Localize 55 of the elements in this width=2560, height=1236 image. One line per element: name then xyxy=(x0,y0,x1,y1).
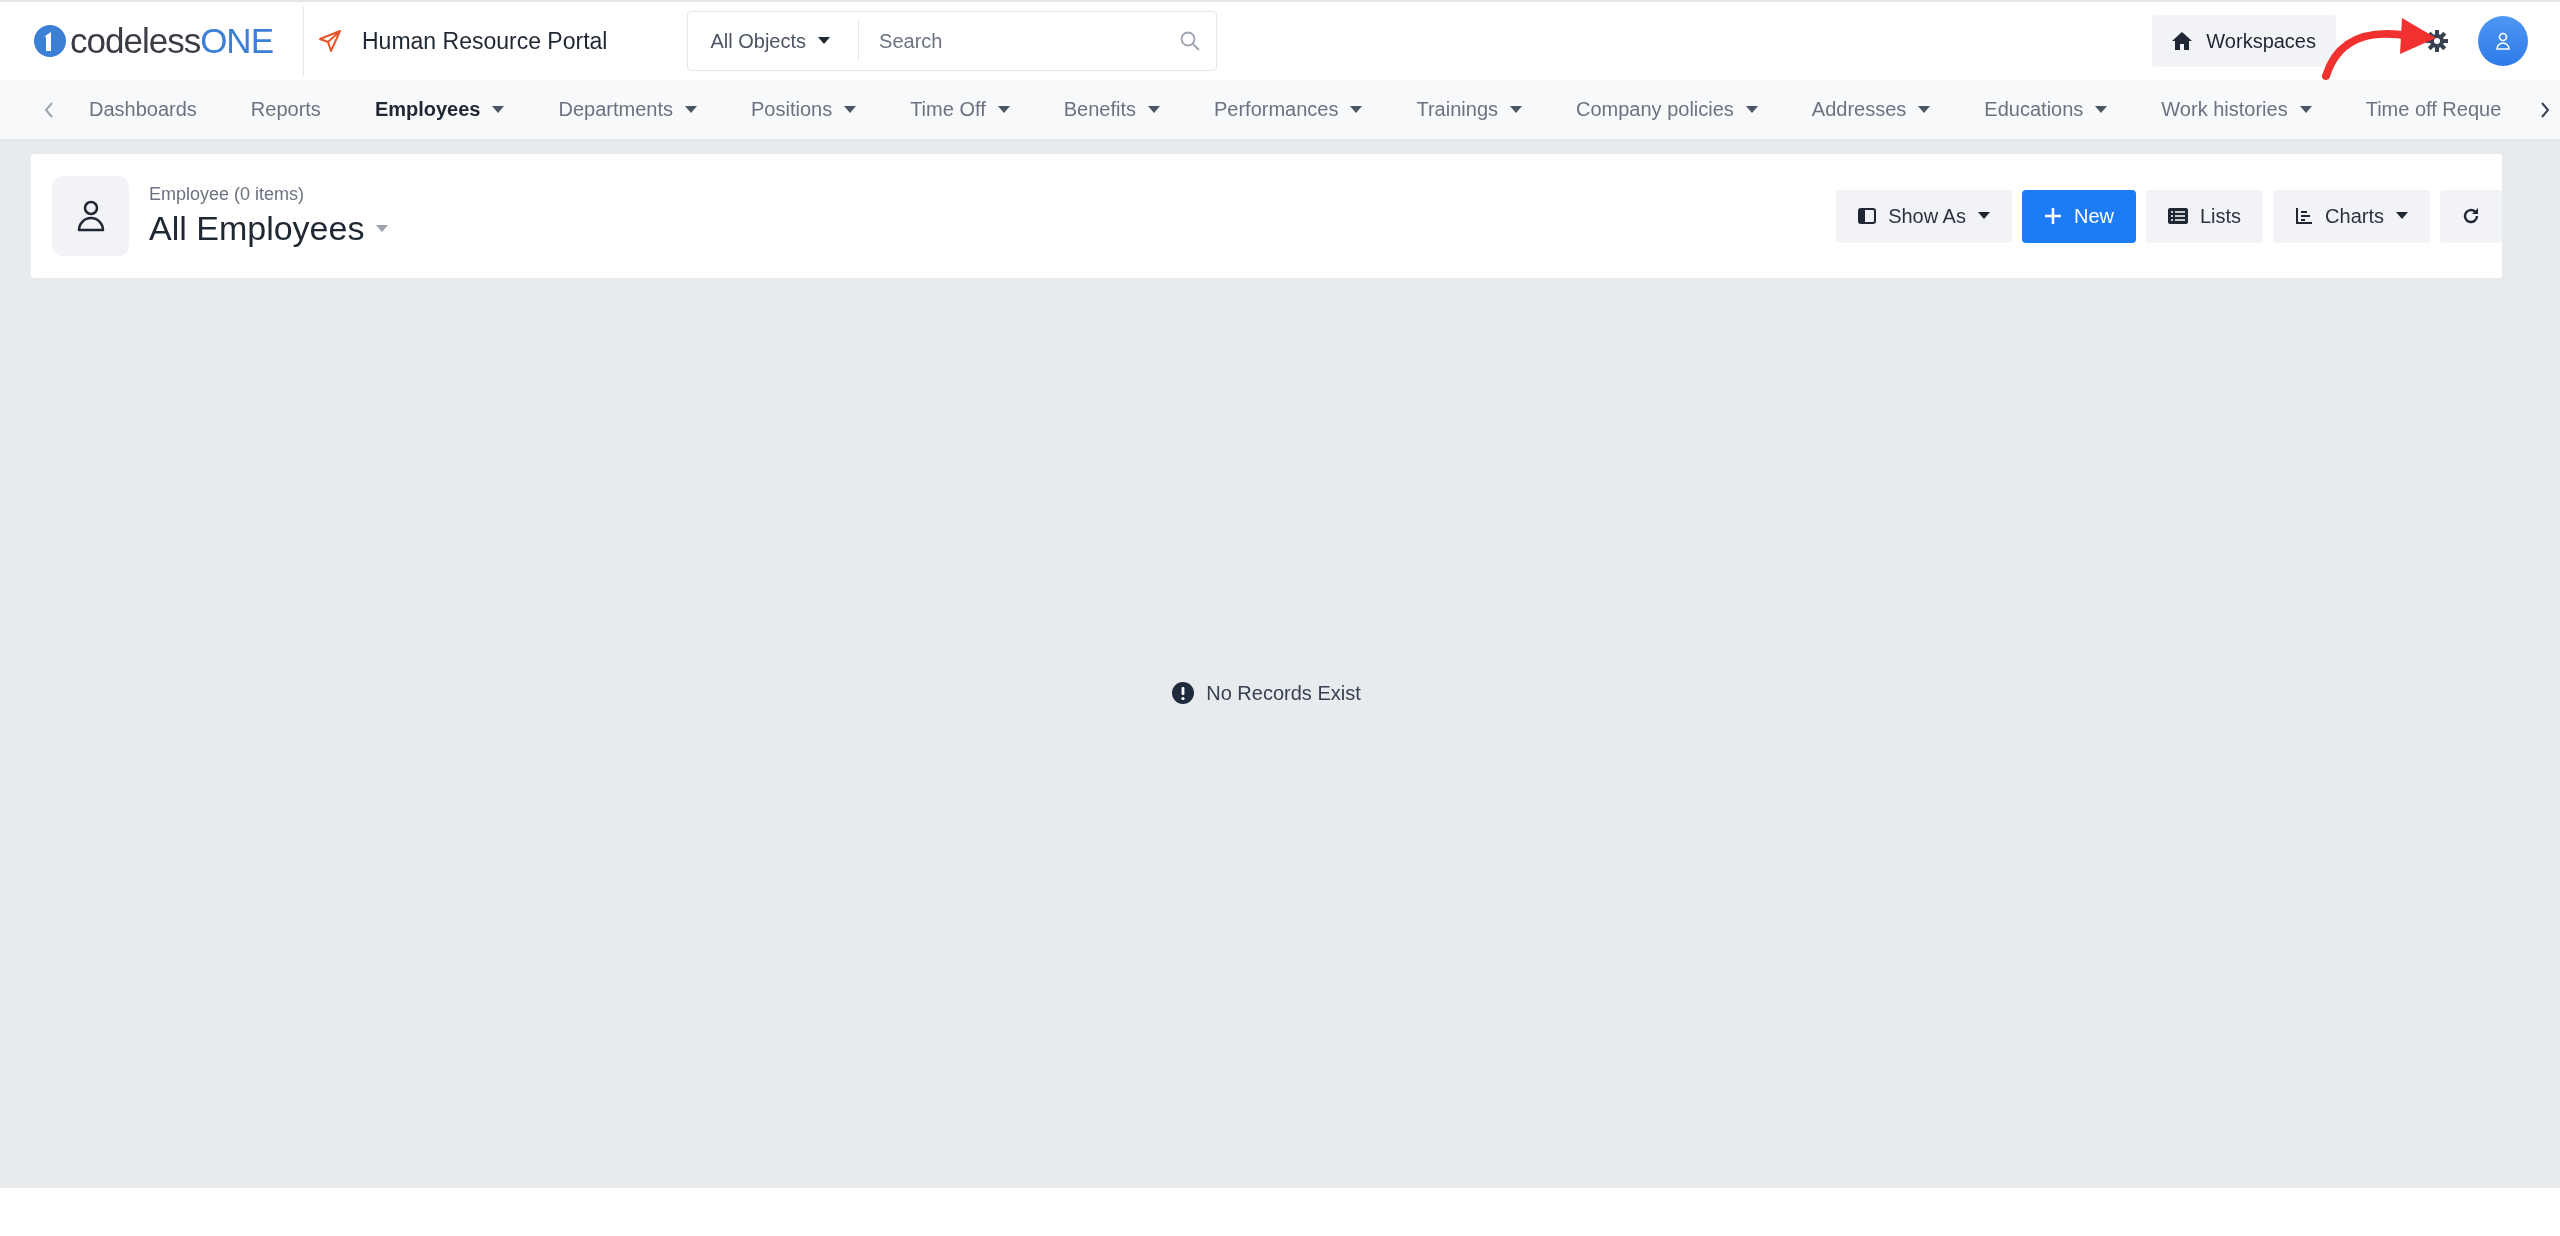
caret-icon xyxy=(1745,105,1758,114)
nav-tab[interactable]: Time off Reque xyxy=(2338,80,2529,139)
paper-plane-icon xyxy=(318,29,342,53)
nav-tab[interactable]: Performances xyxy=(1187,80,1390,139)
app-title: Human Resource Portal xyxy=(362,27,608,55)
exclamation-icon xyxy=(1172,682,1195,704)
refresh-button[interactable] xyxy=(2440,189,2502,243)
lists-button[interactable]: Lists xyxy=(2145,189,2264,243)
view-title[interactable]: All Employees xyxy=(149,209,365,248)
caret-icon xyxy=(1350,105,1363,114)
refresh-icon xyxy=(2462,207,2480,225)
caret-icon xyxy=(1918,105,1931,114)
search-icon xyxy=(1180,31,1201,51)
caret-icon xyxy=(376,224,389,233)
plus-icon xyxy=(2043,207,2062,225)
charts-button[interactable]: Charts xyxy=(2273,189,2430,243)
caret-icon xyxy=(1977,212,1990,220)
caret-icon xyxy=(492,105,505,114)
person-icon xyxy=(2495,32,2511,50)
nav-tab[interactable]: Educations xyxy=(1957,80,2135,139)
caret-icon xyxy=(1148,105,1160,114)
nav-tab[interactable]: Reports xyxy=(223,80,348,139)
caret-icon xyxy=(844,105,857,114)
logo-wordmark: codelessONE xyxy=(70,21,273,61)
show-as-button[interactable]: Show As xyxy=(1836,189,2012,243)
bar-chart-icon xyxy=(2295,207,2314,225)
caret-icon xyxy=(2299,105,2312,114)
user-avatar[interactable] xyxy=(2478,16,2528,66)
caret-icon xyxy=(685,105,697,114)
caret-icon xyxy=(2396,212,2408,220)
person-icon xyxy=(76,200,105,232)
nav-tab[interactable]: Addresses xyxy=(1784,80,1958,139)
caret-icon xyxy=(997,105,1010,114)
caret-icon xyxy=(1510,105,1522,114)
object-subtitle: Employee (0 items) xyxy=(149,184,306,205)
empty-state-message: No Records Exist xyxy=(1206,681,1361,705)
workspaces-button[interactable]: Workspaces xyxy=(2152,15,2336,67)
list-icon xyxy=(2167,208,2188,224)
nav-tab[interactable]: Benefits xyxy=(1036,80,1187,139)
search-field[interactable]: All Objects Search xyxy=(687,11,1218,71)
panel-icon xyxy=(1858,208,1877,224)
chevron-right-icon[interactable] xyxy=(2540,101,2550,118)
nav-tab[interactable]: Work histories xyxy=(2134,80,2339,139)
search-scope-dropdown[interactable]: All Objects xyxy=(688,21,860,61)
caret-icon xyxy=(818,37,831,45)
home-icon xyxy=(2172,32,2193,50)
nav-tab[interactable]: Positions xyxy=(724,80,884,139)
nav-tab[interactable]: Trainings xyxy=(1389,80,1549,139)
nav-tab[interactable]: Dashboards xyxy=(62,80,224,139)
new-button[interactable]: New xyxy=(2021,189,2136,243)
caret-icon xyxy=(2095,105,2108,114)
nav-tab[interactable]: Departments xyxy=(531,80,724,139)
nav-tab[interactable]: Company policies xyxy=(1549,80,1785,139)
logo-icon xyxy=(34,25,66,57)
nav-tab[interactable]: Time Off xyxy=(883,80,1037,139)
